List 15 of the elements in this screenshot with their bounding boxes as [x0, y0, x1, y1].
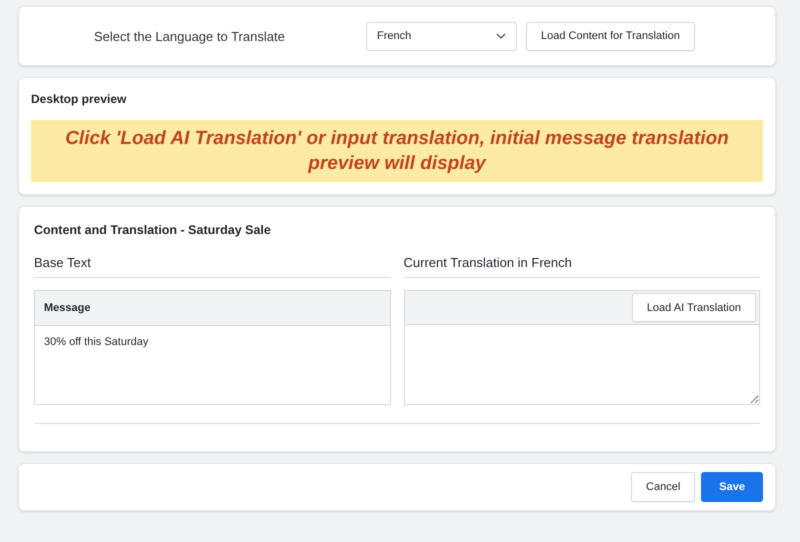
- language-label: Select the Language to Translate: [94, 28, 286, 44]
- field-label: Message: [44, 302, 90, 314]
- language-select[interactable]: French: [366, 22, 517, 50]
- load-ai-translation-button[interactable]: Load AI Translation: [632, 293, 756, 322]
- column-heading: Current Translation in French: [404, 255, 760, 278]
- section-title: Content and Translation - Saturday Sale: [34, 223, 272, 237]
- preview-message: Click 'Load AI Translation' or input translation, initial message translation preview will display: [31, 120, 763, 182]
- translation-field[interactable]: [404, 325, 760, 405]
- column-heading: Base Text: [34, 255, 390, 278]
- chevron-icon: [496, 33, 506, 39]
- base-text-value: 30% off this Saturday: [43, 335, 150, 350]
- save-button[interactable]: Save: [701, 472, 763, 502]
- section-title: Desktop preview: [31, 92, 128, 106]
- load-content-button[interactable]: Load Content for Translation: [526, 22, 695, 50]
- cancel-button[interactable]: Cancel: [631, 472, 696, 502]
